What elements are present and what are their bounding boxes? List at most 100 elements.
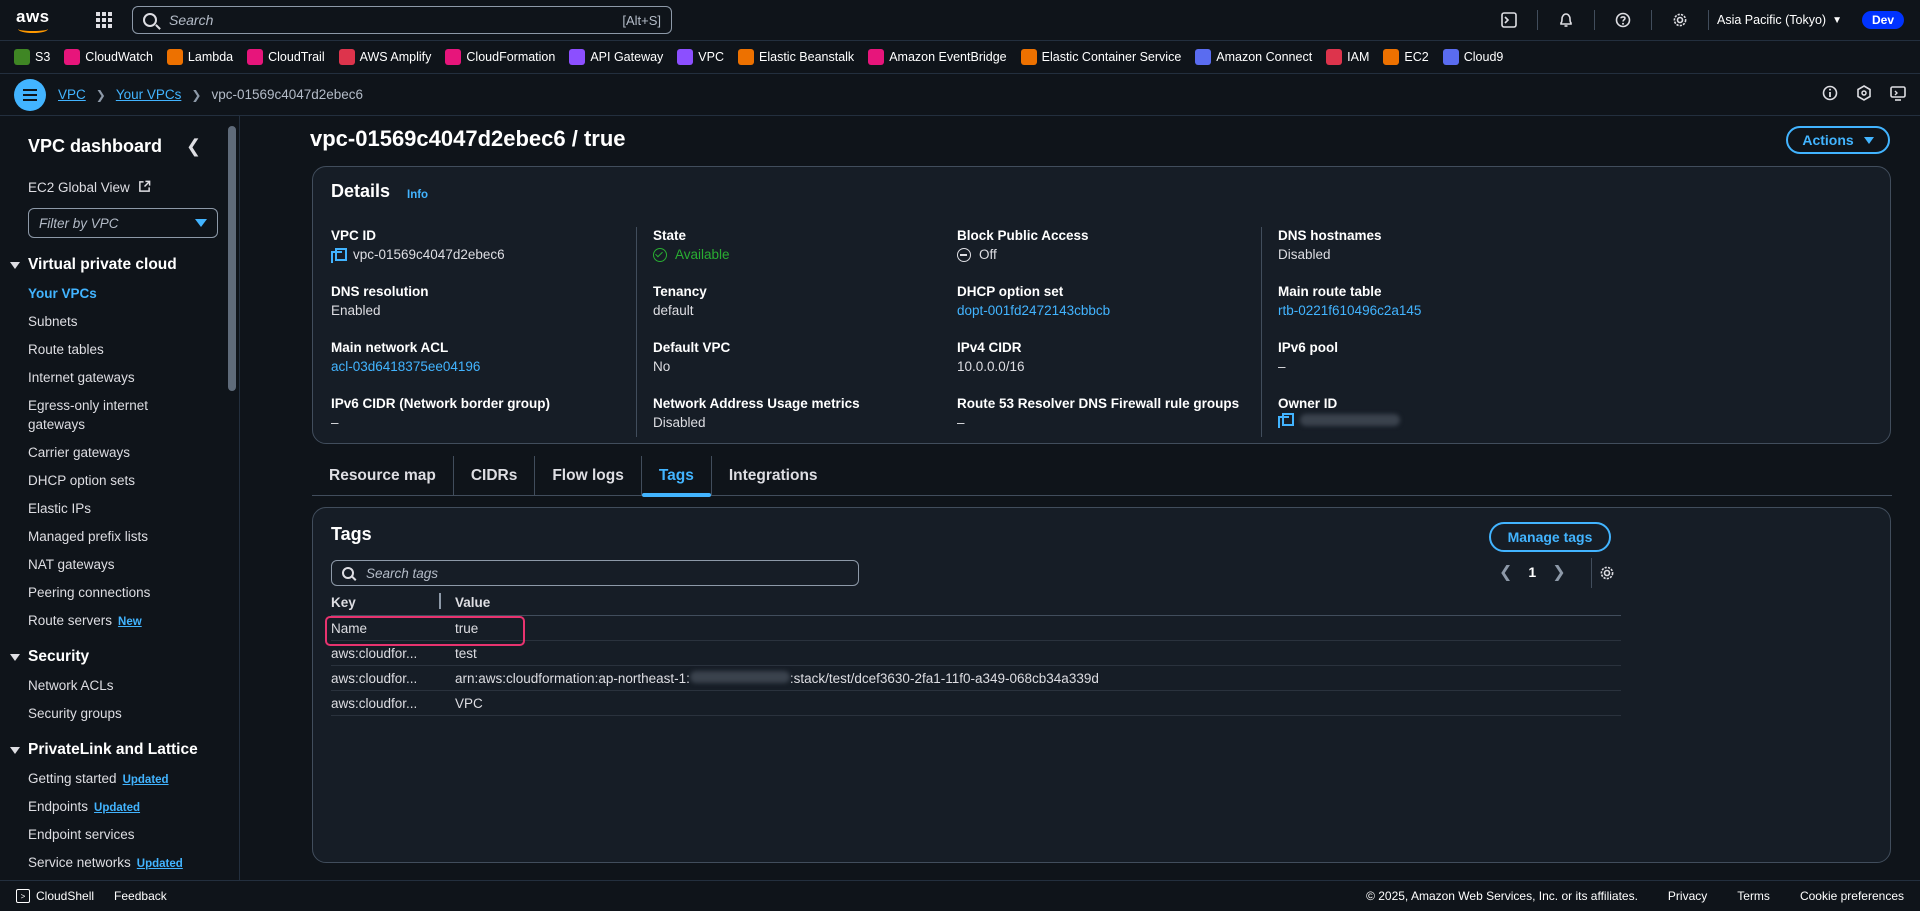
copy-icon[interactable]: [1278, 413, 1294, 428]
breadcrumb-your-vpcs[interactable]: Your VPCs: [116, 87, 182, 102]
services-grid-icon[interactable]: [96, 12, 112, 28]
terms-link[interactable]: Terms: [1737, 889, 1770, 903]
favorite-cloudtrail[interactable]: CloudTrail: [247, 49, 325, 65]
sidebar-item-endpoints[interactable]: Endpoints Updated: [28, 797, 218, 818]
tab-flow-logs[interactable]: Flow logs: [535, 455, 642, 496]
tab-resource-map[interactable]: Resource map: [312, 455, 454, 496]
copyright-text: © 2025, Amazon Web Services, Inc. or its…: [1366, 889, 1638, 903]
sidebar-item-security-groups[interactable]: Security groups: [28, 704, 218, 723]
cloudwatch-service-icon: [64, 49, 81, 65]
sidebar-item-internet-gateways[interactable]: Internet gateways: [28, 368, 218, 387]
favorite-aws-amplify[interactable]: AWS Amplify: [338, 49, 431, 65]
sidebar-item-service-networks[interactable]: Service networks Updated: [28, 853, 218, 874]
global-search-input[interactable]: [169, 12, 623, 28]
favorite-label: Elastic Beanstalk: [759, 50, 855, 64]
sidebar-scrollbar[interactable]: [228, 126, 236, 391]
tab-integrations[interactable]: Integrations: [712, 456, 835, 496]
favorite-cloudformation[interactable]: CloudFormation: [445, 49, 555, 65]
status-off-icon: [957, 248, 971, 262]
favorite-cloud9[interactable]: Cloud9: [1442, 49, 1503, 65]
info-panel-icon[interactable]: [1822, 85, 1838, 105]
side-navigation-toggle[interactable]: [14, 78, 46, 111]
feedback-screen-icon[interactable]: [1890, 85, 1906, 105]
chevron-left-icon[interactable]: ❮: [1499, 562, 1512, 582]
help-icon[interactable]: [1603, 0, 1643, 40]
tag-key: aws:cloudfor...: [331, 695, 418, 711]
main-route-table-link[interactable]: rtb-0221f610496c2a145: [1278, 301, 1421, 321]
sidebar-item-managed-prefix-lists[interactable]: Managed prefix lists: [28, 527, 218, 546]
terminal-icon: >: [16, 889, 30, 903]
favorite-amazon-eventbridge[interactable]: Amazon EventBridge: [868, 49, 1007, 65]
caret-down-icon: [10, 653, 20, 661]
account-menu[interactable]: Dev: [1861, 11, 1904, 29]
sidebar-item-nat-gateways[interactable]: NAT gateways: [28, 555, 218, 574]
main-acl-link[interactable]: acl-03d6418375ee04196: [331, 357, 480, 377]
tab-cidrs[interactable]: CIDRs: [454, 455, 536, 496]
arn-prefix: arn:aws:cloudformation:ap-northeast-1:: [455, 670, 690, 686]
sidebar-item-route-servers[interactable]: Route servers New: [28, 611, 218, 632]
sidebar-item-subnets[interactable]: Subnets: [28, 312, 218, 331]
copy-icon[interactable]: [331, 248, 347, 263]
tag-search-input[interactable]: [366, 565, 848, 581]
favorite-elastic-beanstalk[interactable]: Elastic Beanstalk: [738, 49, 854, 65]
section-virtual-private-cloud[interactable]: Virtual private cloud: [10, 256, 177, 274]
cloudshell-button[interactable]: > CloudShell: [16, 889, 94, 903]
sidebar-item-peering-connections[interactable]: Peering connections: [28, 583, 218, 602]
cookie-preferences-link[interactable]: Cookie preferences: [1800, 889, 1904, 903]
favorite-elastic-container-service[interactable]: Elastic Container Service: [1020, 49, 1181, 65]
sidebar-item-your-vpcs[interactable]: Your VPCs: [28, 284, 218, 303]
feedback-link[interactable]: Feedback: [114, 889, 167, 903]
favorite-cloudwatch[interactable]: CloudWatch: [64, 49, 153, 65]
aws-logo[interactable]: aws: [16, 5, 58, 35]
actions-button[interactable]: Actions: [1786, 126, 1890, 154]
details-info-link[interactable]: Info: [407, 189, 428, 201]
privacy-link[interactable]: Privacy: [1668, 889, 1707, 903]
favorite-iam[interactable]: IAM: [1326, 49, 1369, 65]
notifications-bell-icon[interactable]: [1546, 0, 1586, 40]
ec2-global-view-link[interactable]: EC2 Global View: [28, 180, 151, 195]
favorite-vpc[interactable]: VPC: [677, 49, 724, 65]
sidebar-item-dhcp-option-sets[interactable]: DHCP option sets: [28, 471, 218, 490]
column-header-value[interactable]: Value: [441, 595, 490, 610]
favorite-label: EC2: [1404, 50, 1429, 64]
sidebar-item-elastic-ips[interactable]: Elastic IPs: [28, 499, 218, 518]
section-security[interactable]: Security: [10, 648, 89, 666]
breadcrumb-vpc[interactable]: VPC: [58, 87, 86, 102]
cloudshell-icon[interactable]: [1489, 0, 1529, 40]
favorite-api-gateway[interactable]: API Gateway: [569, 49, 663, 65]
chevron-left-icon[interactable]: ❮: [186, 136, 201, 157]
security-hub-icon[interactable]: [1856, 85, 1872, 105]
table-preferences-gear-icon[interactable]: [1591, 558, 1621, 588]
sidebar-item-carrier-gateways[interactable]: Carrier gateways: [28, 443, 218, 462]
global-search[interactable]: [Alt+S]: [132, 6, 672, 34]
tag-search[interactable]: [331, 560, 859, 586]
favorite-lambda[interactable]: Lambda: [166, 49, 233, 65]
dhcp-option-set-link[interactable]: dopt-001fd2472143cbbcb: [957, 301, 1110, 321]
filter-by-vpc-placeholder: Filter by VPC: [39, 215, 119, 231]
current-page[interactable]: 1: [1528, 564, 1536, 580]
section-privatelink-lattice[interactable]: PrivateLink and Lattice: [10, 741, 198, 759]
favorite-amazon-connect[interactable]: Amazon Connect: [1195, 49, 1312, 65]
getting-started-label: Getting started: [28, 771, 117, 786]
sidebar-item-network-acls[interactable]: Network ACLs: [28, 676, 218, 695]
manage-tags-button[interactable]: Manage tags: [1489, 522, 1611, 552]
chevron-right-icon[interactable]: ❯: [1552, 562, 1565, 582]
column-header-key[interactable]: Key: [331, 593, 441, 610]
region-selector[interactable]: Asia Pacific (Tokyo) ▼: [1717, 13, 1842, 27]
iam-service-icon: [1326, 49, 1343, 65]
settings-gear-icon[interactable]: [1660, 0, 1700, 40]
tag-key: aws:cloudfor...: [331, 670, 418, 686]
sidebar-item-route-tables[interactable]: Route tables: [28, 340, 218, 359]
bpa-value: Off: [979, 247, 997, 262]
main-content: vpc-01569c4047d2ebec6 / true Actions Det…: [240, 116, 1920, 880]
sidebar-item-getting-started[interactable]: Getting started Updated: [28, 769, 218, 790]
sidebar-item-endpoint-services[interactable]: Endpoint services: [28, 825, 218, 844]
sidebar-title[interactable]: VPC dashboard: [28, 136, 162, 157]
cloudshell-label: CloudShell: [36, 889, 95, 903]
favorite-ec2[interactable]: EC2: [1383, 49, 1429, 65]
tab-tags[interactable]: Tags: [641, 455, 712, 497]
filter-by-vpc-select[interactable]: Filter by VPC: [28, 208, 218, 238]
aws-amplify-service-icon: [338, 49, 355, 65]
favorite-s3[interactable]: S3: [14, 49, 50, 65]
sidebar-item-egress-only-gateways[interactable]: Egress-only internet gateways: [28, 396, 168, 434]
